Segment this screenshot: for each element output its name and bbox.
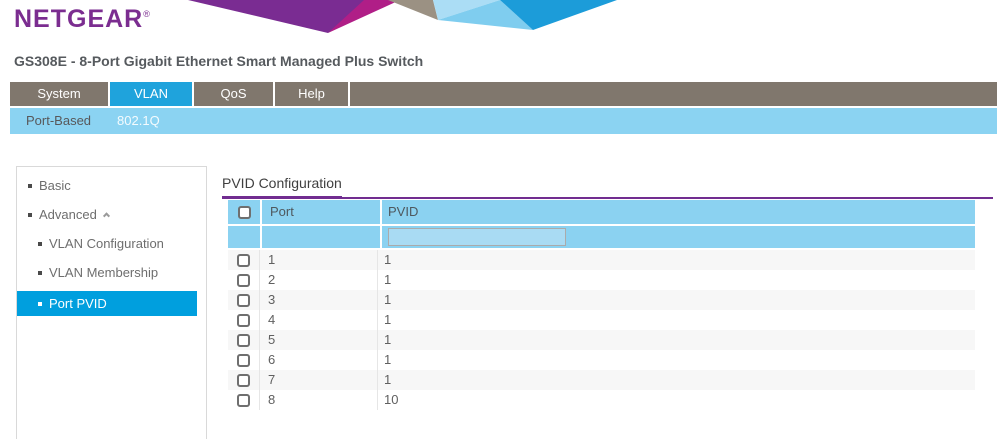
row-checkbox[interactable] — [237, 314, 250, 327]
netgear-logo-text: NETGEAR — [14, 5, 143, 33]
sidebar-item-port-pvid[interactable]: Port PVID — [17, 291, 197, 316]
header-banner-graphic — [168, 0, 620, 34]
main-content: PVID Configuration Port PVID 1 1 — [222, 175, 993, 199]
table-row: 3 1 — [228, 290, 975, 310]
pvid-cell: 10 — [378, 390, 975, 410]
table-row: 4 1 — [228, 310, 975, 330]
sidebar-item-label: Basic — [39, 175, 71, 196]
port-cell: 3 — [260, 290, 378, 310]
pvid-cell: 1 — [378, 370, 975, 390]
table-row: 7 1 — [228, 370, 975, 390]
section-header-rule: PVID Configuration — [222, 175, 993, 199]
table-row: 6 1 — [228, 350, 975, 370]
table-row: 2 1 — [228, 270, 975, 290]
bullet-icon — [38, 242, 42, 246]
port-cell: 1 — [260, 250, 378, 270]
port-cell: 4 — [260, 310, 378, 330]
filter-pvid-cell — [382, 226, 975, 248]
bullet-icon — [28, 184, 32, 188]
page-title: PVID Configuration — [222, 175, 342, 199]
port-cell: 7 — [260, 370, 378, 390]
column-header-pvid: PVID — [382, 200, 975, 224]
row-checkbox[interactable] — [237, 274, 250, 287]
table-body: 1 1 2 1 3 1 4 1 5 1 — [228, 250, 975, 410]
tab-help[interactable]: Help — [275, 82, 350, 106]
tab-qos[interactable]: QoS — [194, 82, 275, 106]
sidebar-item-basic[interactable]: Basic — [17, 175, 206, 196]
filter-checkbox-cell — [228, 226, 260, 248]
sidebar-item-advanced[interactable]: Advanced — [17, 204, 206, 225]
pvid-cell: 1 — [378, 330, 975, 350]
chevron-up-icon — [103, 212, 110, 219]
pvid-cell: 1 — [378, 290, 975, 310]
port-cell: 5 — [260, 330, 378, 350]
row-checkbox[interactable] — [237, 294, 250, 307]
vlan-subnav: Port-Based 802.1Q — [10, 108, 997, 134]
sidebar-item-vlan-configuration[interactable]: VLAN Configuration — [17, 233, 206, 254]
port-cell: 2 — [260, 270, 378, 290]
table-row: 1 1 — [228, 250, 975, 270]
tab-system[interactable]: System — [10, 82, 110, 106]
select-all-checkbox[interactable] — [238, 206, 251, 219]
row-checkbox[interactable] — [237, 334, 250, 347]
bullet-icon — [38, 302, 42, 306]
sidebar-item-label: Advanced — [39, 204, 97, 225]
pvid-cell: 1 — [378, 270, 975, 290]
table-row: 5 1 — [228, 330, 975, 350]
registered-mark: ® — [143, 9, 151, 19]
column-header-port: Port — [262, 200, 380, 224]
row-checkbox[interactable] — [237, 374, 250, 387]
sidebar-item-label: VLAN Configuration — [49, 233, 164, 254]
row-checkbox[interactable] — [237, 394, 250, 407]
header-checkbox-cell — [228, 200, 260, 224]
pvid-table: Port PVID 1 1 2 1 3 — [228, 200, 975, 410]
main-navbar: System VLAN QoS Help — [10, 82, 997, 106]
subnav-item-8021q[interactable]: 802.1Q — [117, 108, 160, 134]
sidebar: Basic Advanced VLAN Configuration VLAN M… — [16, 166, 207, 439]
bullet-icon — [38, 271, 42, 275]
pvid-cell: 1 — [378, 310, 975, 330]
port-cell: 6 — [260, 350, 378, 370]
sidebar-item-label: Port PVID — [49, 291, 107, 316]
pvid-input[interactable] — [388, 228, 566, 246]
row-checkbox[interactable] — [237, 254, 250, 267]
bullet-icon — [28, 213, 32, 217]
netgear-logo: NETGEAR® — [14, 5, 151, 34]
subnav-item-port-based[interactable]: Port-Based — [26, 108, 91, 134]
sidebar-item-vlan-membership[interactable]: VLAN Membership — [17, 262, 206, 283]
device-title: GS308E - 8-Port Gigabit Ethernet Smart M… — [14, 53, 423, 69]
tab-vlan[interactable]: VLAN — [110, 82, 194, 106]
port-cell: 8 — [260, 390, 378, 410]
sidebar-item-label: VLAN Membership — [49, 262, 158, 283]
table-header-row: Port PVID — [228, 200, 975, 224]
table-row: 8 10 — [228, 390, 975, 410]
filter-port-cell — [262, 226, 380, 248]
pvid-cell: 1 — [378, 350, 975, 370]
table-filter-row — [228, 226, 975, 248]
pvid-cell: 1 — [378, 250, 975, 270]
row-checkbox[interactable] — [237, 354, 250, 367]
